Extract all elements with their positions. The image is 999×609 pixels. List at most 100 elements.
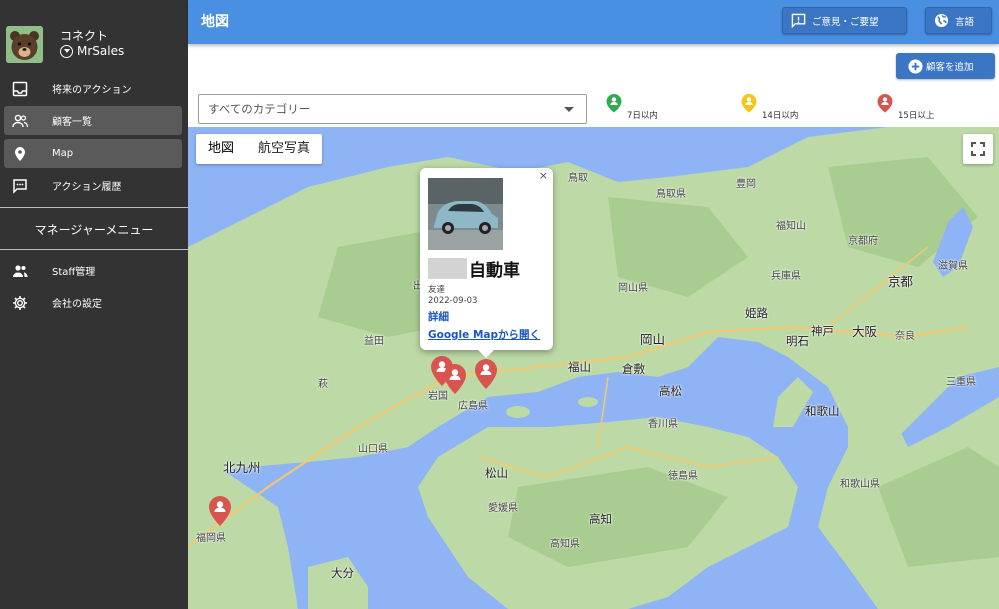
map-label: 益田 — [364, 336, 384, 347]
map-label: 高知県 — [550, 539, 580, 550]
user-menu[interactable]: MrSales — [60, 44, 124, 58]
customer-marker[interactable] — [473, 358, 499, 390]
map-label: 福知山 — [776, 221, 806, 232]
map-label: 広島県 — [458, 401, 488, 412]
customer-category: 友達 — [428, 285, 446, 295]
legend-label: 15日以上 — [898, 111, 935, 121]
nav-item-map[interactable]: Map — [4, 139, 182, 168]
nav-item-future-actions[interactable]: 将来のアクション — [4, 74, 182, 103]
customer-marker[interactable] — [207, 495, 233, 527]
green-person-pin-icon — [606, 94, 622, 113]
map-label: 高知 — [589, 512, 612, 526]
nav-label: Staff管理 — [52, 267, 96, 278]
map-label: 愛媛県 — [488, 503, 518, 514]
legend-14days: 14日以内 — [740, 93, 798, 121]
map-label: 明石 — [786, 334, 809, 348]
category-value: すべてのカテゴリー — [208, 102, 311, 116]
map-type-map[interactable]: 地図 — [196, 134, 246, 164]
map-label: 山口県 — [358, 444, 388, 455]
nav-label: 将来のアクション — [52, 85, 132, 96]
customer-info-window: × 自動車 友達 2022-09-03 詳細 Google Mapから開く — [420, 168, 553, 358]
map-label: 奈良 — [895, 331, 915, 342]
map-label: 萩 — [318, 379, 328, 390]
map-label: 鳥取 — [568, 173, 588, 184]
map-label: 北九州 — [223, 460, 261, 475]
legend-label: 14日以内 — [762, 111, 799, 121]
chevron-down-icon — [60, 44, 73, 58]
feedback-label: ご意見・ご要望 — [812, 16, 879, 28]
language-label: 言語 — [955, 16, 975, 28]
fullscreen-button[interactable] — [963, 134, 993, 164]
people-icon — [12, 113, 28, 129]
people-icon — [12, 263, 28, 279]
map-type-control: 地図 航空写真 — [196, 134, 323, 164]
red-person-pin-icon — [877, 94, 893, 113]
nav-label: 会社の設定 — [52, 299, 102, 310]
avatar — [6, 26, 43, 63]
legend-7days: 7日以内 — [605, 93, 658, 121]
legend-15days: 15日以上 — [876, 93, 934, 121]
map-label: 松山 — [485, 466, 508, 480]
add-customer-button[interactable]: 顧客を追加 — [896, 53, 995, 79]
user-name: MrSales — [77, 44, 125, 58]
divider — [0, 249, 188, 250]
map-label: 姫路 — [745, 306, 768, 320]
map-label: 大阪 — [852, 324, 878, 339]
map-label: 岡山 — [640, 332, 666, 347]
company-name: コネクト — [60, 29, 109, 43]
profile: コネクト MrSales — [6, 26, 182, 66]
map-label: 倉敷 — [622, 362, 645, 376]
dropdown-arrow-icon — [564, 107, 574, 112]
customer-marker[interactable] — [442, 363, 468, 395]
close-icon[interactable]: × — [539, 169, 548, 182]
map-label: 徳島県 — [668, 471, 698, 482]
nav-item-action-history[interactable]: アクション履歴 — [4, 171, 182, 200]
map-label: 京都府 — [848, 236, 878, 247]
page-title: 地図 — [201, 14, 229, 30]
map-label: 福山 — [568, 360, 591, 374]
customer-date: 2022-09-03 — [428, 296, 478, 306]
map-label: 大分 — [331, 566, 354, 580]
detail-link[interactable]: 詳細 — [428, 309, 449, 324]
feedback-icon — [791, 13, 806, 28]
map-label: 和歌山県 — [840, 479, 880, 490]
map-label: 岡山県 — [618, 283, 648, 294]
nav-item-staff[interactable]: Staff管理 — [4, 256, 182, 285]
map-label: 高松 — [659, 384, 682, 398]
map-pin-icon — [12, 146, 28, 162]
customer-name-suffix: 自動車 — [469, 261, 520, 281]
map-label: 福岡県 — [196, 533, 226, 544]
map-label: 兵庫県 — [771, 271, 801, 282]
language-button[interactable]: 言語 — [925, 7, 992, 34]
divider — [0, 207, 188, 208]
map-type-satellite[interactable]: 航空写真 — [246, 134, 322, 164]
add-customer-label: 顧客を追加 — [926, 62, 974, 73]
app-header: 地図 ご意見・ご要望 言語 — [188, 0, 999, 44]
customer-name: 自動車 — [428, 256, 520, 281]
map-label: 鳥取県 — [656, 189, 686, 200]
sidebar: コネクト MrSales 将来のアクション 顧客一覧 Map アクション履歴 マ… — [0, 0, 188, 609]
nav-item-company-settings[interactable]: 会社の設定 — [4, 288, 182, 317]
map-label: 和歌山 — [805, 404, 840, 418]
yellow-person-pin-icon — [741, 94, 757, 113]
map-label: 滋賀県 — [938, 261, 968, 272]
map-label: 京都 — [888, 274, 914, 289]
nav-label: 顧客一覧 — [52, 117, 92, 128]
map-label: 三重県 — [946, 377, 976, 388]
map-label: 神戸 — [811, 324, 834, 338]
feedback-button[interactable]: ご意見・ご要望 — [782, 7, 907, 34]
nav-label: アクション履歴 — [52, 182, 122, 193]
map-canvas[interactable]: 地図 航空写真 鳥取県 鳥取 岡山県 兵庫県 京都府 京都 滋賀県 大阪 神戸 … — [188, 127, 999, 609]
category-select[interactable]: すべてのカテゴリー — [198, 94, 587, 124]
map-terrain — [188, 127, 999, 609]
nav-label: Map — [52, 148, 74, 159]
legend-label: 7日以内 — [627, 111, 658, 121]
fullscreen-icon — [971, 142, 985, 156]
manager-menu-title: マネージャーメニュー — [34, 223, 154, 237]
map-label: 香川県 — [648, 419, 678, 430]
customer-photo — [428, 178, 503, 250]
add-circle-icon — [908, 58, 923, 74]
redacted-name-block — [428, 258, 467, 279]
open-google-map-link[interactable]: Google Mapから開く — [428, 327, 540, 342]
nav-item-customers[interactable]: 顧客一覧 — [4, 106, 182, 135]
